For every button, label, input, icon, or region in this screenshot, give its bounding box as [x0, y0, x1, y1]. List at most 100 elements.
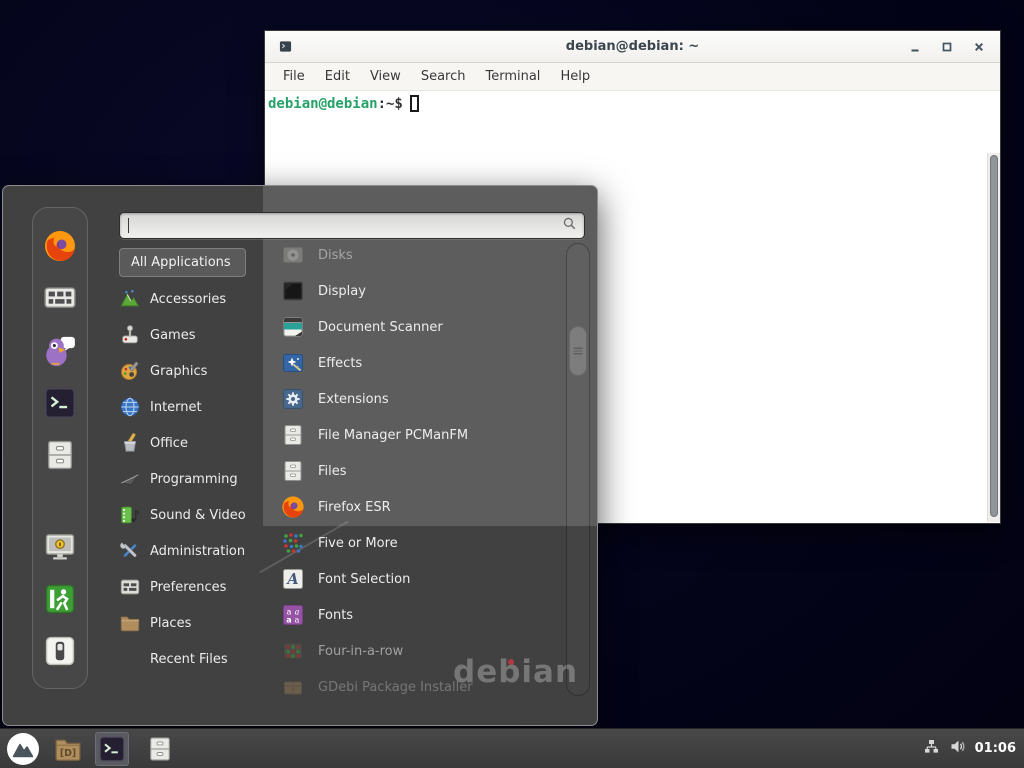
- folder-icon: [D]: [53, 734, 83, 764]
- app-extensions[interactable]: Extensions: [281, 381, 563, 417]
- category-list: Accessories Games Graphics Internet Offi…: [119, 281, 269, 677]
- category-accessories[interactable]: Accessories: [119, 281, 269, 317]
- file-cabinet-icon[interactable]: [43, 438, 77, 472]
- app-display[interactable]: Display: [281, 273, 563, 309]
- category-label: Programming: [150, 472, 238, 487]
- app-document-scanner[interactable]: Document Scanner: [281, 309, 563, 345]
- minimize-icon[interactable]: [906, 38, 924, 56]
- text-caret: [128, 218, 129, 233]
- menu-scrollbar-handle[interactable]: [569, 326, 587, 376]
- category-label: Recent Files: [150, 652, 228, 667]
- maximize-icon[interactable]: [938, 38, 956, 56]
- display-icon: [281, 279, 305, 303]
- app-label: Five or More: [318, 536, 398, 551]
- terminal-icon: [98, 735, 126, 763]
- svg-text:a: a: [295, 616, 300, 625]
- app-files[interactable]: Files: [281, 453, 563, 489]
- firefox-icon: [281, 495, 305, 519]
- terminal-scrollbar[interactable]: [987, 153, 1000, 522]
- app-gdebi-package-installer[interactable]: GDebi Package Installer: [281, 669, 563, 705]
- app-firefox-esr[interactable]: Firefox ESR: [281, 489, 563, 525]
- internet-icon: [119, 396, 141, 418]
- category-games[interactable]: Games: [119, 317, 269, 353]
- category-label: Graphics: [150, 364, 207, 379]
- effects-icon: [281, 351, 305, 375]
- menu-scrollbar[interactable]: [566, 243, 590, 696]
- menu-edit[interactable]: Edit: [315, 65, 360, 88]
- search-icon: [562, 216, 577, 235]
- search-input[interactable]: [120, 213, 562, 238]
- disks-icon: [281, 243, 305, 267]
- category-label: Administration: [150, 544, 245, 559]
- svg-text:a: a: [286, 616, 291, 625]
- shut-down-icon[interactable]: [43, 634, 77, 668]
- app-label: Disks: [318, 248, 353, 263]
- category-label: Office: [150, 436, 188, 451]
- menu-file[interactable]: File: [273, 65, 315, 88]
- category-graphics[interactable]: Graphics: [119, 353, 269, 389]
- category-label: Accessories: [150, 292, 226, 307]
- category-preferences[interactable]: Preferences: [119, 569, 269, 605]
- app-four-in-a-row[interactable]: Four-in-a-row: [281, 633, 563, 669]
- extensions-icon: [281, 387, 305, 411]
- terminal-taskbar-button[interactable]: [95, 732, 129, 766]
- network-icon[interactable]: [923, 738, 940, 759]
- menu-help[interactable]: Help: [550, 65, 600, 88]
- app-font-selection[interactable]: A Font Selection: [281, 561, 563, 597]
- log-out-icon[interactable]: [43, 582, 77, 616]
- category-administration[interactable]: Administration: [119, 533, 269, 569]
- category-label: Preferences: [150, 580, 226, 595]
- app-file-manager-pcmanfm[interactable]: File Manager PCManFM: [281, 417, 563, 453]
- terminal-scrollbar-handle[interactable]: [990, 155, 998, 517]
- app-effects[interactable]: Effects: [281, 345, 563, 381]
- category-label: Games: [150, 328, 195, 343]
- category-sound-video[interactable]: Sound & Video: [119, 497, 269, 533]
- terminal-titlebar[interactable]: debian@debian: ~: [265, 31, 1000, 63]
- firefox-icon[interactable]: [43, 229, 77, 263]
- app-label: Files: [318, 464, 347, 479]
- places-icon: [119, 612, 141, 634]
- keyboard-settings-icon[interactable]: [43, 281, 77, 315]
- file-manager-launcher[interactable]: [D]: [51, 732, 85, 766]
- category-internet[interactable]: Internet: [119, 389, 269, 425]
- games-icon: [119, 324, 141, 346]
- category-office[interactable]: Office: [119, 425, 269, 461]
- four-in-a-row-icon: [281, 639, 305, 663]
- system-tray: 01:06: [923, 738, 1024, 759]
- application-list: Disks Display Document Scanner Effects E…: [281, 237, 563, 705]
- menu-terminal[interactable]: Terminal: [475, 65, 550, 88]
- files-launcher[interactable]: [143, 732, 177, 766]
- terminal-icon[interactable]: [43, 386, 77, 420]
- app-label: GDebi Package Installer: [318, 680, 473, 695]
- category-label: Internet: [150, 400, 202, 415]
- app-five-or-more[interactable]: Five or More: [281, 525, 563, 561]
- applications-menu: debian: [2, 185, 598, 726]
- svg-text:A: A: [285, 571, 298, 588]
- file-cabinet-icon: [281, 423, 305, 447]
- app-label: Display: [318, 284, 366, 299]
- app-label: Font Selection: [318, 572, 410, 587]
- app-label: File Manager PCManFM: [318, 428, 468, 443]
- recent-files-spacer: [119, 648, 141, 670]
- clock[interactable]: 01:06: [975, 741, 1016, 756]
- category-recent-files[interactable]: Recent Files: [119, 641, 269, 677]
- menu-view[interactable]: View: [360, 65, 411, 88]
- menu-search[interactable]: Search: [411, 65, 476, 88]
- close-icon[interactable]: [970, 38, 988, 56]
- app-fonts[interactable]: aaaa Fonts: [281, 597, 563, 633]
- volume-icon[interactable]: [949, 738, 966, 759]
- app-disks[interactable]: Disks: [281, 237, 563, 273]
- category-all-applications[interactable]: All Applications: [119, 248, 246, 277]
- app-label: Extensions: [318, 392, 389, 407]
- category-programming[interactable]: Programming: [119, 461, 269, 497]
- category-places[interactable]: Places: [119, 605, 269, 641]
- menu-button[interactable]: [5, 731, 41, 767]
- font-selection-icon: A: [281, 567, 305, 591]
- menu-search-box[interactable]: [119, 212, 585, 239]
- file-cabinet-icon: [146, 735, 174, 763]
- preferences-icon: [119, 576, 141, 598]
- category-label: Sound & Video: [150, 508, 246, 523]
- lock-screen-icon[interactable]: [43, 530, 77, 564]
- pidgin-icon[interactable]: [43, 334, 77, 368]
- window-title: debian@debian: ~: [265, 39, 1000, 54]
